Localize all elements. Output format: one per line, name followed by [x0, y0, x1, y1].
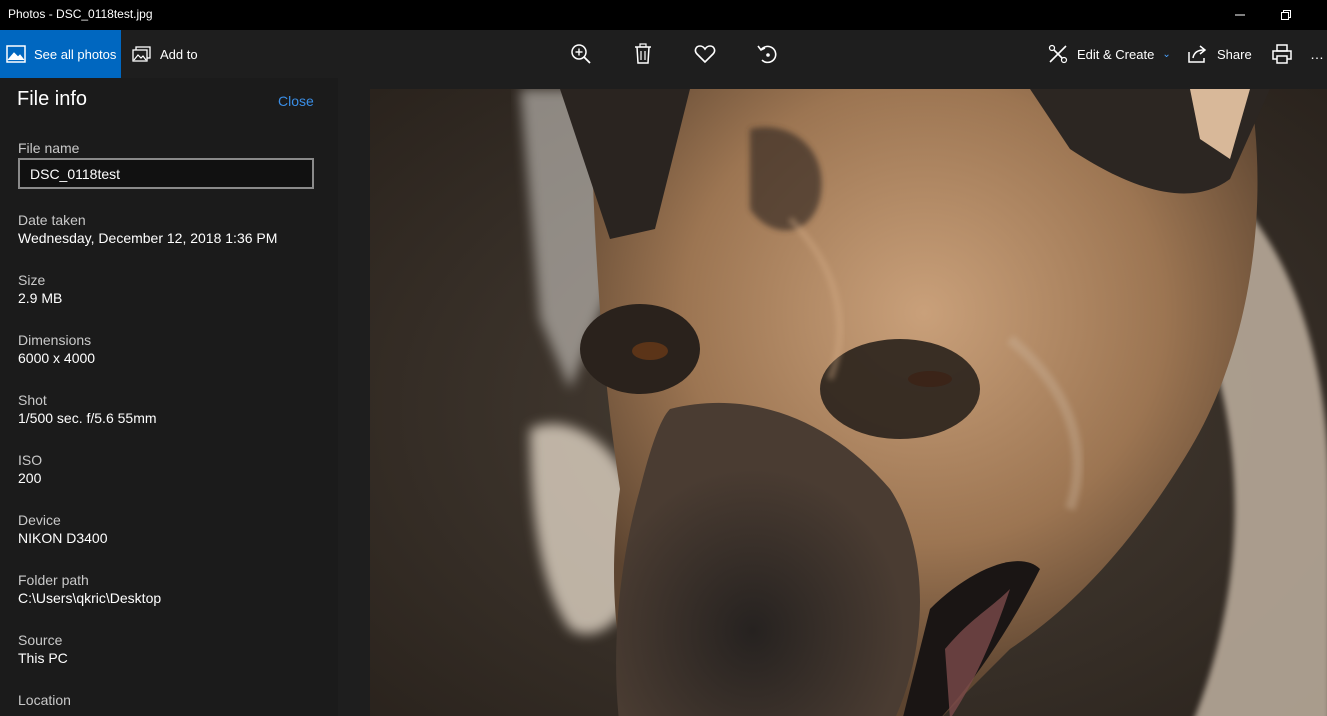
info-field-date-taken: Date taken Wednesday, December 12, 2018 …: [18, 212, 277, 246]
add-to-album-icon: [132, 46, 151, 62]
file-name-label: File name: [18, 140, 80, 156]
heart-icon: [694, 45, 716, 64]
info-field-location: Location: [18, 692, 71, 710]
maximize-button[interactable]: [1263, 0, 1309, 30]
add-to-button[interactable]: Add to: [132, 30, 198, 78]
info-field-folder-path: Folder path C:\Users\qkric\Desktop: [18, 572, 161, 606]
share-button[interactable]: Share: [1187, 30, 1252, 78]
field-value: 6000 x 4000: [18, 350, 96, 366]
field-label: Location: [18, 692, 71, 708]
rotate-icon: [757, 45, 777, 64]
see-all-photos-button[interactable]: See all photos: [0, 30, 121, 78]
share-label: Share: [1217, 46, 1252, 62]
field-value: 1/500 sec. f/5.6 55mm: [18, 410, 157, 426]
field-value: This PC: [18, 650, 68, 666]
file-name-input[interactable]: [18, 158, 314, 189]
panel-title: File info: [17, 88, 88, 110]
delete-button[interactable]: [623, 30, 663, 78]
photo-viewer[interactable]: [338, 78, 1327, 716]
chevron-down-icon: ⌄: [1162, 48, 1171, 60]
field-label: Size: [18, 272, 46, 288]
edit-create-button[interactable]: Edit & Create ⌄: [1047, 30, 1171, 78]
field-label: Dimensions: [18, 332, 92, 348]
minimize-icon: [1235, 14, 1245, 16]
info-field-device: Device NIKON D3400: [18, 512, 107, 546]
toolbar: See all photos Add to Edit & Create ⌄ Sh…: [0, 30, 1327, 78]
photos-icon: [6, 45, 26, 63]
restore-icon: [1281, 10, 1291, 20]
field-value: C:\Users\qkric\Desktop: [18, 590, 162, 606]
info-field-size: Size 2.9 MB: [18, 272, 62, 306]
zoom-in-icon: [571, 44, 591, 64]
field-label: Shot: [18, 392, 47, 408]
field-label: Device: [18, 512, 61, 528]
dog-photo: [370, 89, 1327, 716]
add-to-label: Add to: [160, 46, 198, 62]
minimize-button[interactable]: [1217, 0, 1263, 30]
field-label: Date taken: [18, 212, 86, 228]
trash-icon: [635, 43, 651, 64]
more-icon: …: [1310, 46, 1324, 62]
close-panel-link[interactable]: Close: [278, 93, 314, 109]
field-label: Folder path: [18, 572, 89, 588]
field-value: 200: [18, 470, 42, 486]
field-value: 2.9 MB: [18, 290, 63, 306]
title-bar: Photos - DSC_0118test.jpg: [0, 0, 1327, 30]
share-icon: [1188, 45, 1207, 63]
field-label: ISO: [18, 452, 43, 468]
favorite-button[interactable]: [685, 30, 725, 78]
edit-create-label: Edit & Create: [1077, 46, 1155, 62]
info-field-dimensions: Dimensions 6000 x 4000: [18, 332, 95, 366]
info-field-source: Source This PC: [18, 632, 68, 666]
field-label: Source: [18, 632, 63, 648]
photos-app-window: Photos - DSC_0118test.jpg See all photos…: [0, 0, 1327, 716]
print-button[interactable]: [1262, 30, 1302, 78]
edit-create-icon: [1048, 44, 1068, 64]
see-all-photos-label: See all photos: [34, 46, 117, 62]
zoom-button[interactable]: [561, 30, 601, 78]
photo-image[interactable]: [370, 89, 1327, 716]
field-value: NIKON D3400: [18, 530, 108, 546]
field-value: Wednesday, December 12, 2018 1:36 PM: [18, 230, 278, 246]
info-field-iso: ISO 200: [18, 452, 42, 486]
info-field-shot: Shot 1/500 sec. f/5.6 55mm: [18, 392, 157, 426]
rotate-button[interactable]: [747, 30, 787, 78]
file-info-panel: File info Close File name Date taken Wed…: [0, 78, 338, 716]
window-title: Photos - DSC_0118test.jpg: [8, 7, 153, 21]
printer-icon: [1272, 44, 1292, 64]
more-button[interactable]: …: [1310, 30, 1327, 78]
